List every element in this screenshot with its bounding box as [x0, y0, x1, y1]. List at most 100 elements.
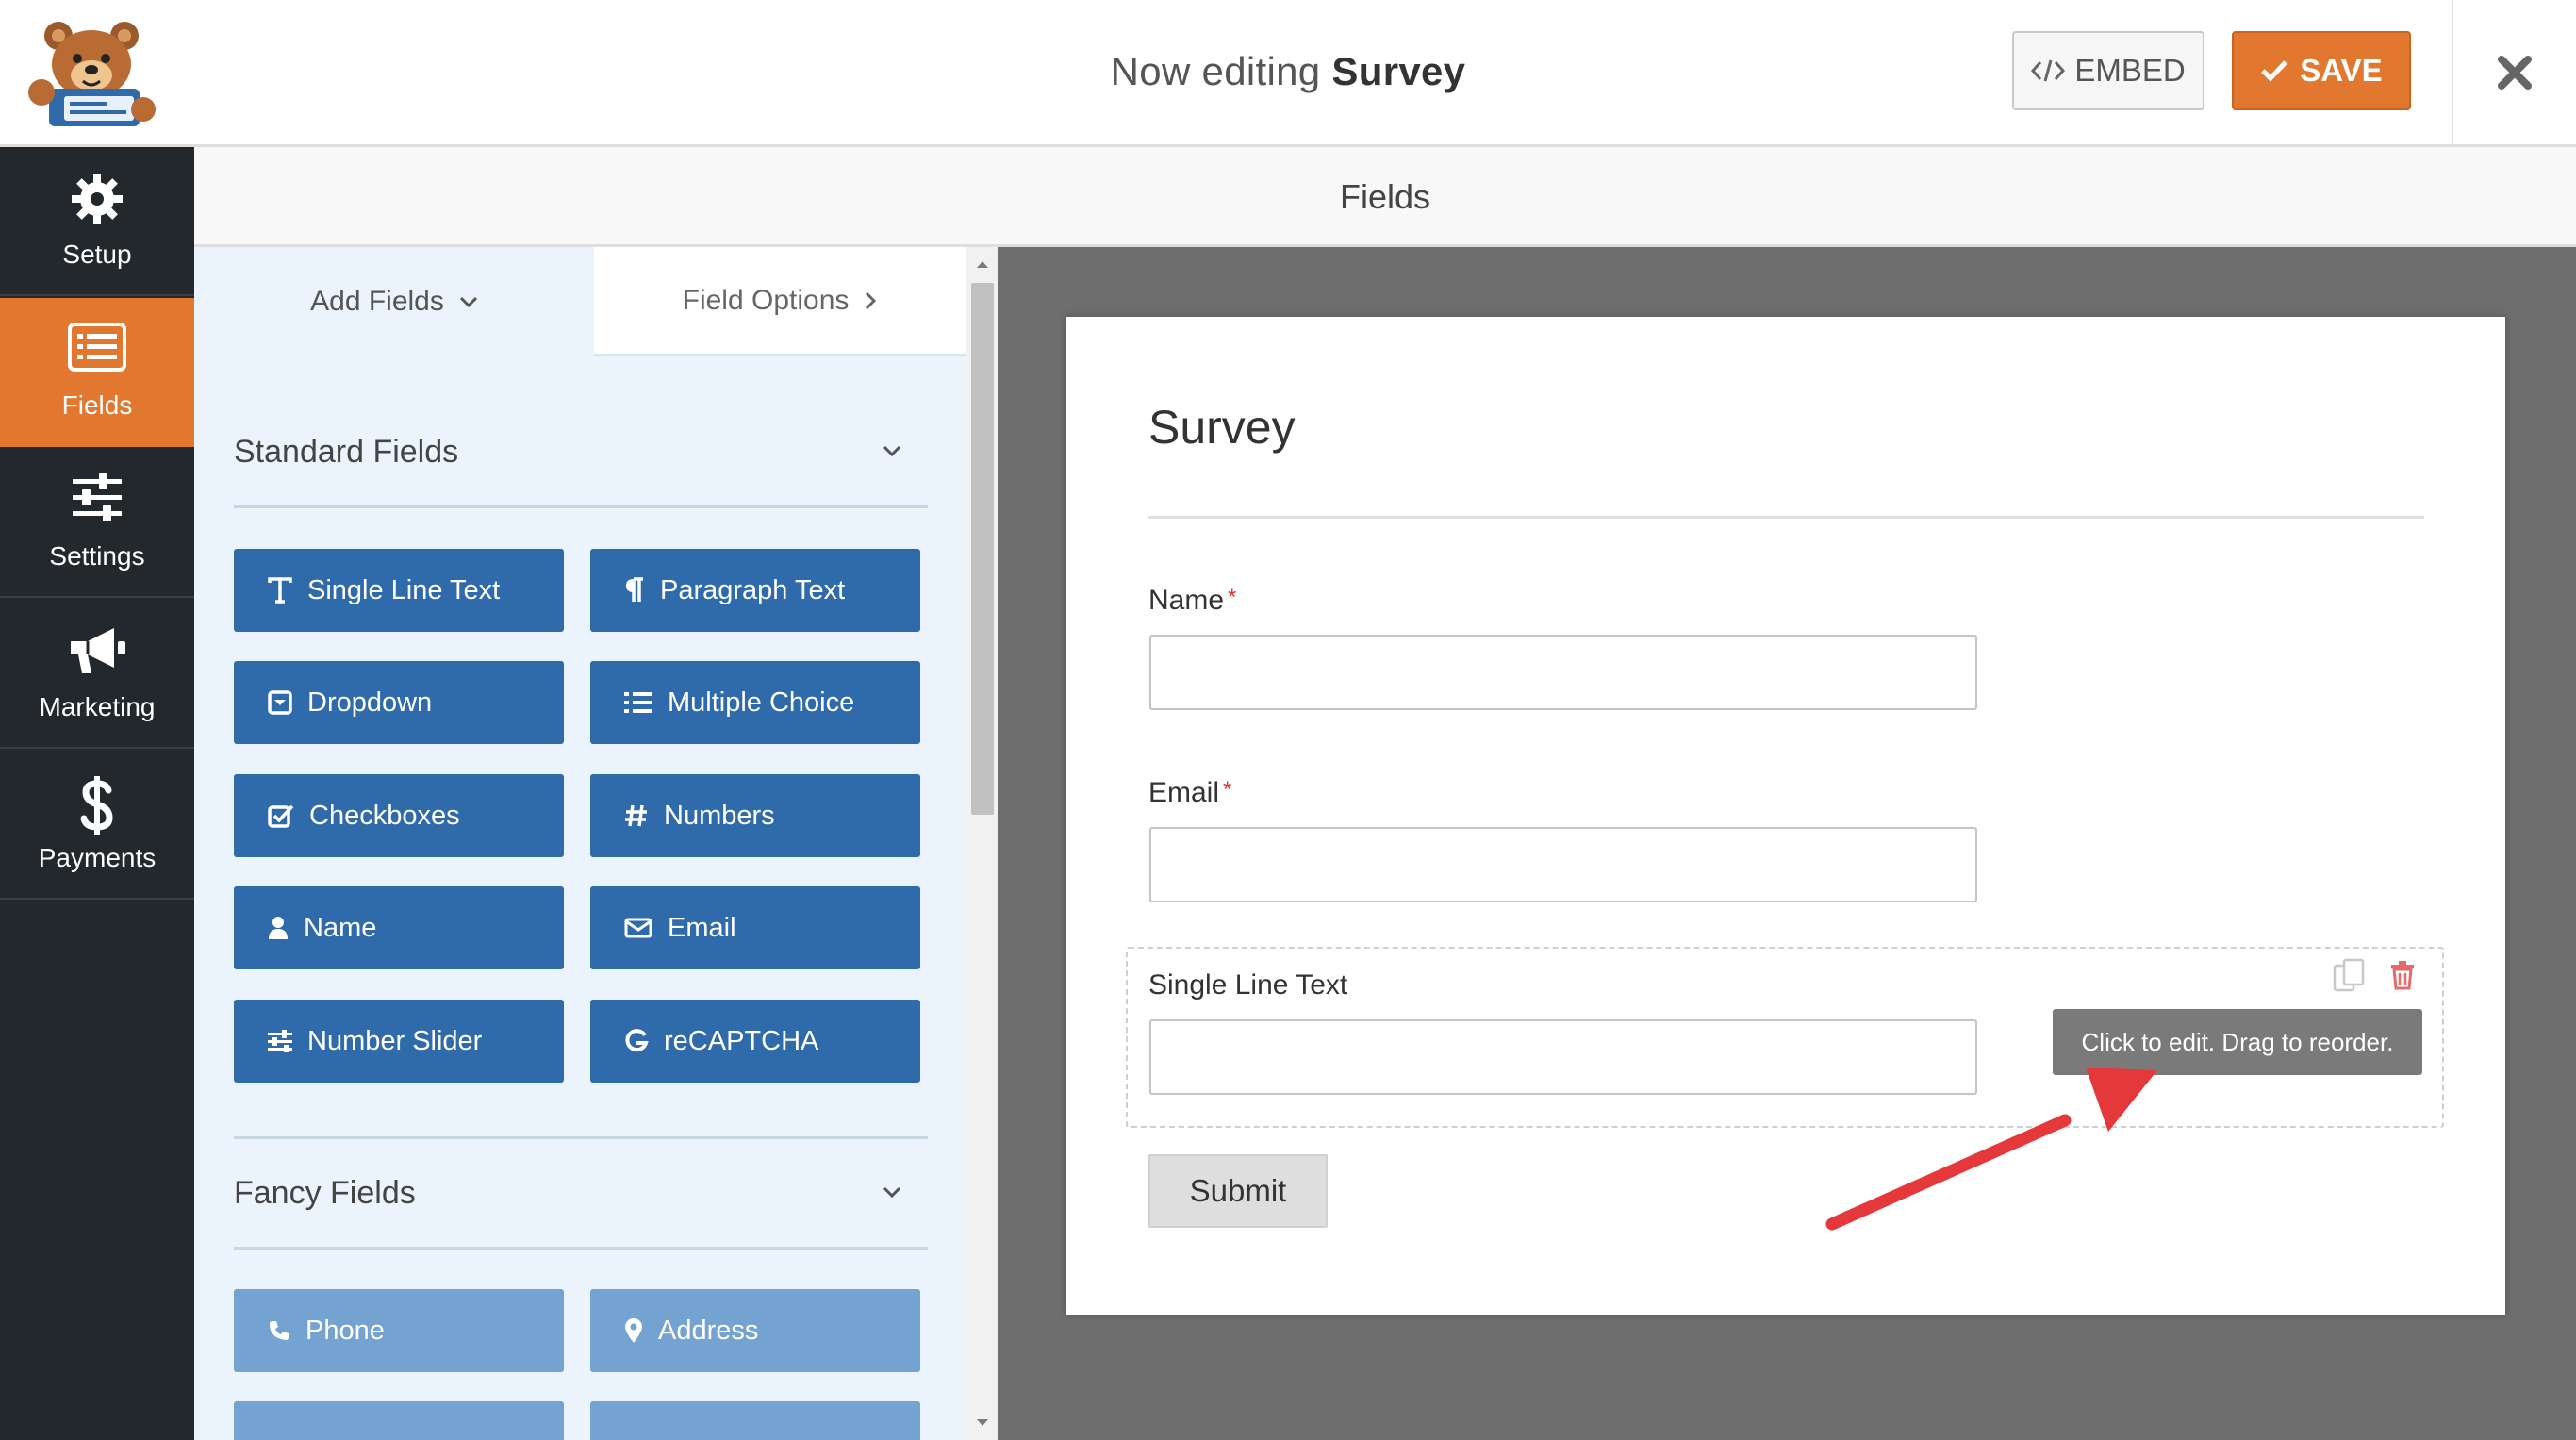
title-form-name: Survey	[1331, 49, 1466, 93]
envelope-icon	[624, 918, 652, 938]
nav-item-setup[interactable]: Setup	[0, 147, 194, 296]
fields-panel: Add Fields Field Options Standard Fields…	[194, 247, 966, 1440]
tab-add-fields[interactable]: Add Fields	[194, 247, 594, 356]
google-g-icon	[625, 1029, 649, 1052]
edit-tooltip: Click to edit. Drag to reorder.	[2053, 1009, 2422, 1075]
add-numbers-button[interactable]: Numbers	[590, 774, 920, 857]
add-phone-button[interactable]: Phone	[234, 1289, 564, 1372]
add-checkboxes-button[interactable]: Checkboxes	[234, 774, 564, 857]
chevron-down-icon[interactable]	[877, 436, 907, 466]
section-header: Fields	[194, 147, 2576, 247]
scroll-up-icon[interactable]	[975, 258, 990, 270]
single-line-text-label: Single Line Text	[1148, 969, 1348, 1001]
field-label: Email	[668, 912, 736, 943]
nav-label-payments: Payments	[38, 843, 157, 872]
section-title: Fields	[1339, 177, 1431, 216]
scrollbar-thumb[interactable]	[971, 283, 994, 815]
chevron-down-icon[interactable]	[877, 1177, 907, 1207]
name-label-text: Name	[1148, 585, 1225, 616]
field-label: Phone	[305, 1315, 385, 1346]
add-dropdown-button[interactable]: Dropdown	[234, 661, 564, 744]
add-multiple-choice-button[interactable]: Multiple Choice	[590, 661, 920, 744]
scroll-down-icon[interactable]	[975, 1417, 990, 1429]
add-single-line-text-button[interactable]: Single Line Text	[234, 549, 564, 632]
nav-item-marketing[interactable]: Marketing	[0, 600, 194, 749]
top-bar: Now editing Survey EMBED SAVE	[0, 0, 2576, 147]
embed-button[interactable]: EMBED	[2012, 31, 2204, 110]
panel-scrollbar[interactable]	[966, 247, 998, 1440]
nav-label-marketing: Marketing	[39, 692, 156, 721]
field-label: Checkboxes	[309, 800, 460, 831]
paragraph-icon	[626, 577, 643, 602]
code-icon	[2031, 59, 2066, 82]
nav-label-fields: Fields	[61, 390, 133, 420]
name-field-input[interactable]	[1149, 635, 1977, 710]
field-label: Single Line Text	[307, 574, 501, 605]
embed-label: EMBED	[2074, 53, 2186, 88]
email-field-input[interactable]	[1149, 827, 1977, 902]
single-line-text-input[interactable]	[1149, 1019, 1977, 1095]
fancy-fields-title: Fancy Fields	[234, 1175, 416, 1211]
add-recaptcha-button[interactable]: reCAPTCHA	[590, 1000, 920, 1083]
megaphone-icon	[71, 628, 125, 673]
email-field-label: Email *	[1148, 777, 1231, 809]
group-divider	[234, 1247, 928, 1250]
tab-field-options[interactable]: Field Options	[594, 247, 966, 356]
nav-item-settings[interactable]: Settings	[0, 449, 194, 598]
save-button[interactable]: SAVE	[2232, 31, 2411, 110]
nav-label-settings: Settings	[49, 541, 145, 571]
duplicate-icon[interactable]	[2333, 958, 2367, 992]
field-label: Address	[658, 1315, 759, 1346]
group-divider	[234, 1136, 928, 1139]
dollar-icon	[80, 776, 113, 835]
close-icon	[2498, 56, 2532, 90]
form-builder-window: Now editing Survey EMBED SAVE Setup Fiel…	[0, 0, 2576, 1440]
field-label: Number Slider	[307, 1025, 483, 1056]
checkbox-icon	[268, 804, 294, 828]
trash-icon[interactable]	[2389, 960, 2416, 990]
tab-field-options-label: Field Options	[682, 284, 850, 316]
add-address-button[interactable]: Address	[590, 1289, 920, 1372]
top-divider	[2452, 0, 2453, 147]
field-label: Name	[304, 912, 377, 943]
nav-item-payments[interactable]: Payments	[0, 751, 194, 900]
checkmark-icon	[2261, 60, 2288, 82]
close-button[interactable]	[2482, 40, 2548, 106]
group-divider	[234, 505, 928, 508]
save-label: SAVE	[2300, 53, 2383, 88]
submit-button[interactable]: Submit	[1148, 1154, 1328, 1228]
list-icon	[624, 692, 652, 713]
gear-icon	[72, 174, 123, 224]
chevron-right-icon	[866, 291, 877, 309]
add-email-button[interactable]: Email	[590, 886, 920, 969]
add-name-button[interactable]: Name	[234, 886, 564, 969]
text-icon	[268, 577, 292, 604]
map-pin-icon	[625, 1318, 642, 1343]
email-label-text: Email	[1148, 777, 1220, 808]
dropdown-icon	[268, 690, 292, 715]
field-label: Paragraph Text	[660, 574, 846, 605]
left-navigation: Setup Fields Settings Marketing Payments	[0, 147, 194, 1440]
form-title-divider	[1148, 516, 2424, 519]
nav-item-fields[interactable]: Fields	[0, 298, 194, 447]
phone-icon	[270, 1321, 289, 1340]
form-title: Survey	[1148, 401, 1296, 454]
required-mark: *	[1228, 585, 1237, 610]
field-label: Dropdown	[307, 687, 433, 718]
chevron-down-icon	[459, 296, 477, 308]
sliders-icon	[73, 473, 122, 521]
field-label: Numbers	[664, 800, 775, 831]
add-number-slider-button[interactable]: Number Slider	[234, 1000, 564, 1083]
form-preview-card: Survey Name * Email * Single Line Text Cli…	[1066, 317, 2505, 1315]
field-label: Multiple Choice	[668, 687, 855, 718]
tab-add-fields-label: Add Fields	[310, 286, 444, 317]
add-paragraph-text-button[interactable]: Paragraph Text	[590, 549, 920, 632]
add-website-url-button[interactable]	[590, 1401, 920, 1440]
fields-list-icon	[68, 323, 126, 372]
standard-fields-title: Standard Fields	[234, 434, 459, 470]
nav-label-setup: Setup	[62, 240, 132, 269]
hash-icon	[625, 804, 647, 827]
field-label: reCAPTCHA	[664, 1025, 819, 1056]
add-date-time-button[interactable]	[234, 1401, 564, 1440]
title-prefix: Now editing	[1110, 49, 1321, 93]
